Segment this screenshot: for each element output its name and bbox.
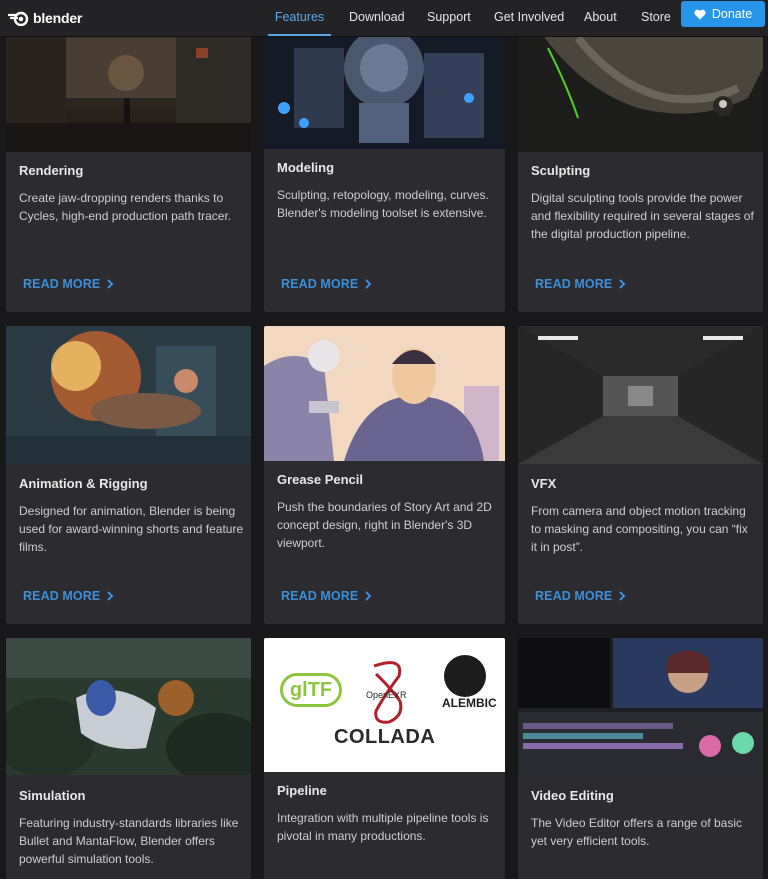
card-description: Create jaw-dropping renders thanks to Cy… <box>19 191 232 223</box>
card-title: Pipeline <box>277 783 327 798</box>
grease-pencil-image <box>264 326 505 461</box>
card-title: Grease Pencil <box>277 472 363 487</box>
chevron-right-icon <box>107 591 114 601</box>
top-navbar: blender Features Download Support Get In… <box>0 0 768 37</box>
card-description: Sculpting, retopology, modeling, curves.… <box>277 188 489 220</box>
svg-text:OpenEXR: OpenEXR <box>366 690 407 700</box>
card-title: Simulation <box>19 788 86 803</box>
animation-image <box>6 326 251 464</box>
card-title: Video Editing <box>531 788 614 803</box>
card-title: Animation & Rigging <box>19 476 148 491</box>
collada-logo: COLLADA <box>334 726 436 748</box>
read-more-label: READ MORE <box>281 589 359 603</box>
chevron-right-icon <box>619 591 626 601</box>
chevron-right-icon <box>365 591 372 601</box>
donate-button[interactable]: Donate <box>681 1 765 27</box>
feature-card-sculpting: Sculpting Digital sculpting tools provid… <box>518 28 763 312</box>
gltf-logo: glTF <box>280 673 342 707</box>
card-description: Featuring industry-standards libraries l… <box>19 816 239 866</box>
nav-get-involved[interactable]: Get Involved <box>494 0 564 36</box>
read-more-link[interactable]: READ MORE <box>23 277 114 291</box>
nav-download[interactable]: Download <box>349 0 405 36</box>
donate-label: Donate <box>711 7 753 21</box>
card-title: Rendering <box>19 163 84 178</box>
nav-support[interactable]: Support <box>427 0 471 36</box>
feature-card-modeling: Modeling Sculpting, retopology, modeling… <box>264 28 505 312</box>
chevron-right-icon <box>365 279 372 289</box>
pipeline-logos-image: glTF OpenEXR ALEMBIC COLLADA <box>264 638 505 772</box>
read-more-label: READ MORE <box>535 589 613 603</box>
chevron-right-icon <box>107 279 114 289</box>
alembic-logo: ALEMBIC <box>442 696 497 710</box>
read-more-label: READ MORE <box>535 277 613 291</box>
read-more-label: READ MORE <box>23 589 101 603</box>
read-more-link[interactable]: READ MORE <box>23 589 114 603</box>
chevron-right-icon <box>619 279 626 289</box>
read-more-link[interactable]: READ MORE <box>281 277 372 291</box>
read-more-label: READ MORE <box>281 277 359 291</box>
feature-card-animation: Animation & Rigging Designed for animati… <box>6 326 251 624</box>
nav-about[interactable]: About <box>584 0 617 36</box>
card-title: Sculpting <box>531 163 591 178</box>
alembic-logo-mark <box>444 655 486 697</box>
card-description: Push the boundaries of Story Art and 2D … <box>277 500 492 550</box>
blender-logo-icon <box>8 11 29 26</box>
read-more-label: READ MORE <box>23 277 101 291</box>
heart-icon <box>694 9 706 19</box>
read-more-link[interactable]: READ MORE <box>281 589 372 603</box>
read-more-link[interactable]: READ MORE <box>535 589 626 603</box>
simulation-image <box>6 638 251 775</box>
feature-card-rendering: Rendering Create jaw-dropping renders th… <box>6 28 251 312</box>
feature-card-pipeline: glTF OpenEXR ALEMBIC COLLADA Pipeline In… <box>264 638 505 879</box>
card-description: From camera and object motion tracking t… <box>531 504 748 554</box>
brand-name: blender <box>33 10 83 26</box>
sculpting-image <box>518 28 763 152</box>
modeling-image <box>264 28 505 149</box>
nav-features[interactable]: Features <box>268 0 331 36</box>
card-description: The Video Editor offers a range of basic… <box>531 816 743 848</box>
openexr-logo: OpenEXR <box>366 661 407 724</box>
read-more-link[interactable]: READ MORE <box>535 277 626 291</box>
card-title: VFX <box>531 476 557 491</box>
feature-card-simulation: Simulation Featuring industry-standards … <box>6 638 251 879</box>
card-description: Designed for animation, Blender is being… <box>19 504 244 554</box>
card-description: Digital sculpting tools provide the powe… <box>531 191 754 241</box>
card-title: Modeling <box>277 160 335 175</box>
feature-card-video-editing: Video Editing The Video Editor offers a … <box>518 638 763 879</box>
video-editing-image <box>518 638 763 775</box>
blender-logo[interactable]: blender <box>8 8 82 28</box>
feature-card-grease-pencil: Grease Pencil Push the boundaries of Sto… <box>264 326 505 624</box>
vfx-image <box>518 326 763 464</box>
card-description: Integration with multiple pipeline tools… <box>277 811 489 843</box>
feature-card-vfx: VFX From camera and object motion tracki… <box>518 326 763 624</box>
rendering-image <box>6 28 251 152</box>
nav-store[interactable]: Store <box>641 0 671 36</box>
